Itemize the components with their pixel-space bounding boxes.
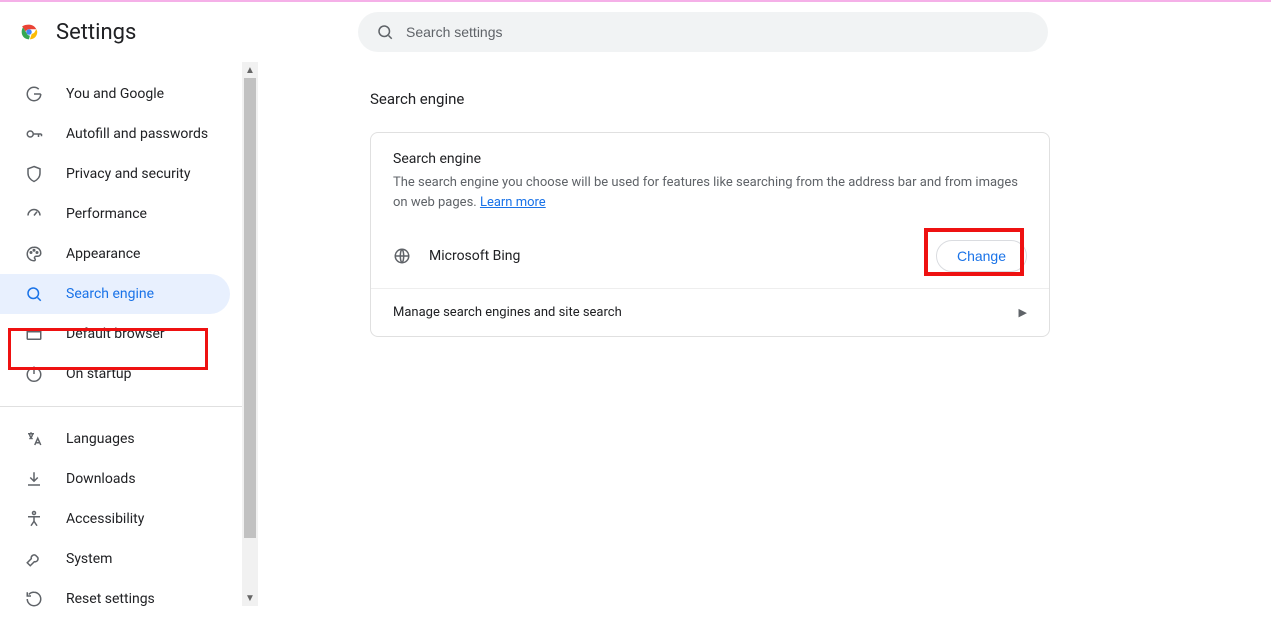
sidebar-item-label: Default browser <box>66 326 165 342</box>
manage-engines-row[interactable]: Manage search engines and site search ▶ <box>371 288 1049 336</box>
wrench-icon <box>24 550 44 568</box>
sidebar-divider <box>0 406 258 407</box>
sidebar-item-reset[interactable]: Reset settings <box>0 579 258 619</box>
sidebar-item-label: Performance <box>66 206 147 222</box>
sidebar-item-label: Reset settings <box>66 591 155 607</box>
sidebar-item-label: Accessibility <box>66 511 144 527</box>
section-title: Search engine <box>370 90 1271 108</box>
page-title: Settings <box>56 20 136 45</box>
sidebar-item-label: Downloads <box>66 471 136 487</box>
sidebar-item-privacy[interactable]: Privacy and security <box>0 154 258 194</box>
search-settings[interactable] <box>358 12 1048 52</box>
current-engine-row: Microsoft Bing Change <box>371 224 1049 288</box>
sidebar-item-label: Privacy and security <box>66 166 190 182</box>
sidebar-item-on-startup[interactable]: On startup <box>0 354 258 394</box>
current-engine-name: Microsoft Bing <box>429 248 520 264</box>
sidebar-item-label: Autofill and passwords <box>66 126 208 142</box>
topbar: Settings <box>0 2 1271 62</box>
sidebar-item-system[interactable]: System <box>0 539 258 579</box>
sidebar-item-label: System <box>66 551 112 567</box>
sidebar-item-default-browser[interactable]: Default browser <box>0 314 258 354</box>
shield-icon <box>24 165 44 183</box>
sidebar-item-performance[interactable]: Performance <box>0 194 258 234</box>
card-description: The search engine you choose will be use… <box>393 173 1027 212</box>
change-button[interactable]: Change <box>936 240 1027 272</box>
search-input[interactable] <box>406 24 1030 40</box>
google-g-icon <box>24 85 44 103</box>
sidebar-item-label: Languages <box>66 431 135 447</box>
sidebar-item-languages[interactable]: Languages <box>0 419 258 459</box>
manage-engines-label: Manage search engines and site search <box>393 305 622 320</box>
scroll-thumb[interactable] <box>244 78 256 538</box>
sidebar-item-search-engine[interactable]: Search engine <box>0 274 230 314</box>
browser-icon <box>24 325 44 343</box>
sidebar-item-downloads[interactable]: Downloads <box>0 459 258 499</box>
sidebar-item-autofill[interactable]: Autofill and passwords <box>0 114 258 154</box>
scroll-up-icon[interactable]: ▲ <box>242 62 258 78</box>
accessibility-icon <box>24 510 44 528</box>
speedometer-icon <box>24 205 44 223</box>
sidebar-item-label: You and Google <box>66 86 164 102</box>
card-title: Search engine <box>393 151 1027 167</box>
sidebar-item-label: On startup <box>66 366 132 382</box>
reset-icon <box>24 590 44 608</box>
sidebar-item-accessibility[interactable]: Accessibility <box>0 499 258 539</box>
sidebar-item-label: Appearance <box>66 246 140 262</box>
sidebar-item-appearance[interactable]: Appearance <box>0 234 258 274</box>
search-engine-card: Search engine The search engine you choo… <box>370 132 1050 337</box>
globe-icon <box>393 247 411 265</box>
sidebar-scrollbar[interactable]: ▲ ▼ <box>242 62 258 606</box>
sidebar-item-you-google[interactable]: You and Google <box>0 74 258 114</box>
chevron-right-icon: ▶ <box>1019 306 1027 319</box>
learn-more-link[interactable]: Learn more <box>480 195 546 210</box>
key-icon <box>24 125 44 143</box>
search-icon <box>376 23 394 41</box>
download-icon <box>24 470 44 488</box>
translate-icon <box>24 430 44 448</box>
power-icon <box>24 365 44 383</box>
sidebar-item-label: Search engine <box>66 286 154 302</box>
sidebar: You and Google Autofill and passwords Pr… <box>0 62 258 606</box>
search-icon <box>24 285 44 303</box>
palette-icon <box>24 245 44 263</box>
main-content: Search engine Search engine The search e… <box>258 62 1271 606</box>
scroll-down-icon[interactable]: ▼ <box>242 590 258 606</box>
chrome-logo-icon <box>18 21 40 43</box>
